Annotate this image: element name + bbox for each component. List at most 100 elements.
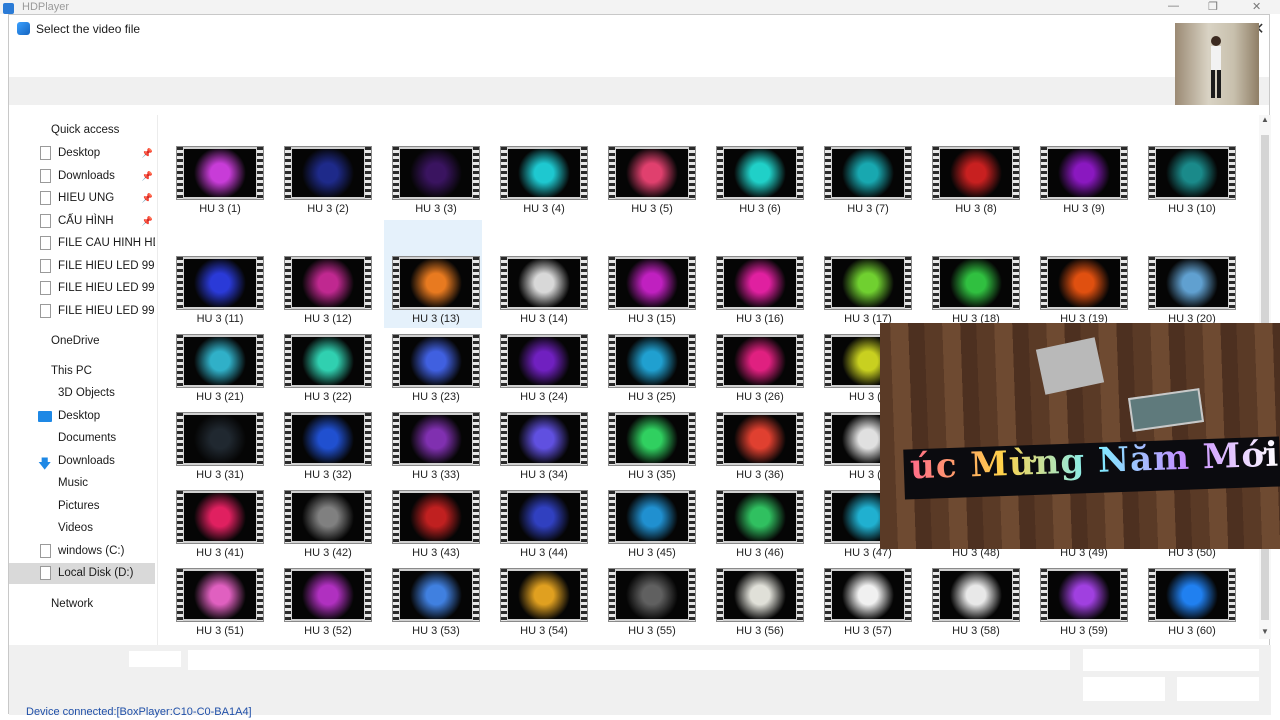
film-strip-right	[689, 257, 695, 309]
thumbnail-image	[508, 337, 580, 385]
video-thumbnail	[824, 256, 912, 310]
film-strip-left	[825, 569, 831, 621]
host-titlebar: HDPlayer — ❐ ✕	[0, 0, 1280, 14]
film-strip-right	[797, 335, 803, 387]
film-strip-right	[905, 147, 911, 199]
film-strip-left	[393, 413, 399, 465]
video-thumbnail	[500, 146, 588, 200]
file-name: HU 3 (44)	[520, 547, 568, 559]
film-strip-left	[609, 335, 615, 387]
thumbnail-image	[508, 415, 580, 463]
film-strip-left	[285, 413, 291, 465]
film-strip-left	[825, 335, 831, 387]
film-strip-left	[177, 335, 183, 387]
file-name: HU 3 (53)	[412, 625, 460, 637]
thumbnail-image	[1156, 149, 1228, 197]
film-strip-right	[365, 491, 371, 543]
film-strip-left	[933, 569, 939, 621]
led-control-board	[1127, 388, 1205, 432]
thumbnail-image	[832, 259, 904, 307]
file-name: HU 3 (22)	[304, 391, 352, 403]
film-strip-left	[501, 335, 507, 387]
video-thumbnail	[176, 334, 264, 388]
file-name: HU 3 (11)	[196, 313, 244, 325]
file-name: HU 3 (58)	[952, 625, 1000, 637]
film-strip-right	[581, 413, 587, 465]
film-strip-right	[365, 147, 371, 199]
video-thumbnail	[284, 568, 372, 622]
video-thumbnail	[608, 256, 696, 310]
thumbnail-image	[724, 571, 796, 619]
video-thumbnail	[1148, 568, 1236, 622]
film-strip-left	[285, 569, 291, 621]
file-type-select[interactable]	[1083, 649, 1259, 671]
film-strip-right	[1121, 569, 1127, 621]
film-strip-left	[501, 147, 507, 199]
film-strip-left	[393, 257, 399, 309]
video-thumbnail	[176, 256, 264, 310]
thumbnail-image	[184, 493, 256, 541]
file-name: HU 3 (26)	[736, 391, 784, 403]
film-strip-right	[581, 569, 587, 621]
open-button[interactable]	[1083, 677, 1165, 701]
video-thumbnail	[608, 490, 696, 544]
video-thumbnail	[716, 146, 804, 200]
thumbnail-image	[292, 259, 364, 307]
video-thumbnail	[1040, 146, 1128, 200]
thumbnail-image	[616, 415, 688, 463]
thumbnail-image	[724, 415, 796, 463]
film-strip-right	[689, 147, 695, 199]
thumbnail-image	[400, 493, 472, 541]
film-strip-right	[797, 491, 803, 543]
video-thumbnail	[392, 412, 480, 466]
file-name-label	[129, 651, 181, 667]
video-thumbnail	[392, 568, 480, 622]
hdplayer-icon	[3, 3, 14, 14]
file-name: HU 3 (59)	[1060, 625, 1108, 637]
thumbnail-image	[724, 259, 796, 307]
scroll-up-icon[interactable]: ▲	[1259, 115, 1271, 124]
file-name: HU 3 (51)	[196, 625, 244, 637]
video-thumbnail	[176, 412, 264, 466]
file-name: HU 3 (45)	[628, 547, 676, 559]
film-strip-right	[797, 413, 803, 465]
restore-icon[interactable]: ❐	[1208, 0, 1218, 13]
thumbnail-image	[508, 259, 580, 307]
film-strip-left	[1041, 569, 1047, 621]
film-strip-left	[501, 413, 507, 465]
host-close-icon[interactable]: ✕	[1252, 0, 1261, 13]
film-strip-left	[609, 147, 615, 199]
file-name: HU 3 (14)	[520, 313, 568, 325]
video-thumbnail	[932, 256, 1020, 310]
person-figure	[1211, 36, 1221, 98]
scroll-down-icon[interactable]: ▼	[1259, 627, 1271, 636]
film-strip-right	[257, 413, 263, 465]
video-thumbnail	[500, 412, 588, 466]
film-strip-left	[285, 491, 291, 543]
film-strip-right	[257, 257, 263, 309]
film-strip-right	[473, 147, 479, 199]
led-video-overlay: úc Mừng Năm Mới	[880, 323, 1280, 549]
file-name: HU 3 (21)	[196, 391, 244, 403]
file-name: HU 3 (56)	[736, 625, 784, 637]
file-name: HU 3 (32)	[304, 469, 352, 481]
thumbnail-image	[184, 415, 256, 463]
video-thumbnail	[608, 568, 696, 622]
thumbnail-image	[616, 571, 688, 619]
thumbnail-image	[292, 493, 364, 541]
film-strip-right	[473, 413, 479, 465]
thumbnail-image	[1048, 149, 1120, 197]
file-name: HU 3 (4)	[523, 203, 565, 215]
film-strip-left	[1041, 257, 1047, 309]
video-thumbnail	[284, 146, 372, 200]
film-strip-right	[365, 413, 371, 465]
film-strip-left	[609, 413, 615, 465]
cancel-button[interactable]	[1177, 677, 1259, 701]
film-strip-right	[1229, 147, 1235, 199]
controller-box	[1035, 337, 1105, 395]
minimize-icon[interactable]: —	[1168, 0, 1179, 12]
thumbnail-image	[616, 337, 688, 385]
file-name-input[interactable]	[187, 649, 1071, 671]
film-strip-left	[177, 413, 183, 465]
film-strip-left	[717, 569, 723, 621]
